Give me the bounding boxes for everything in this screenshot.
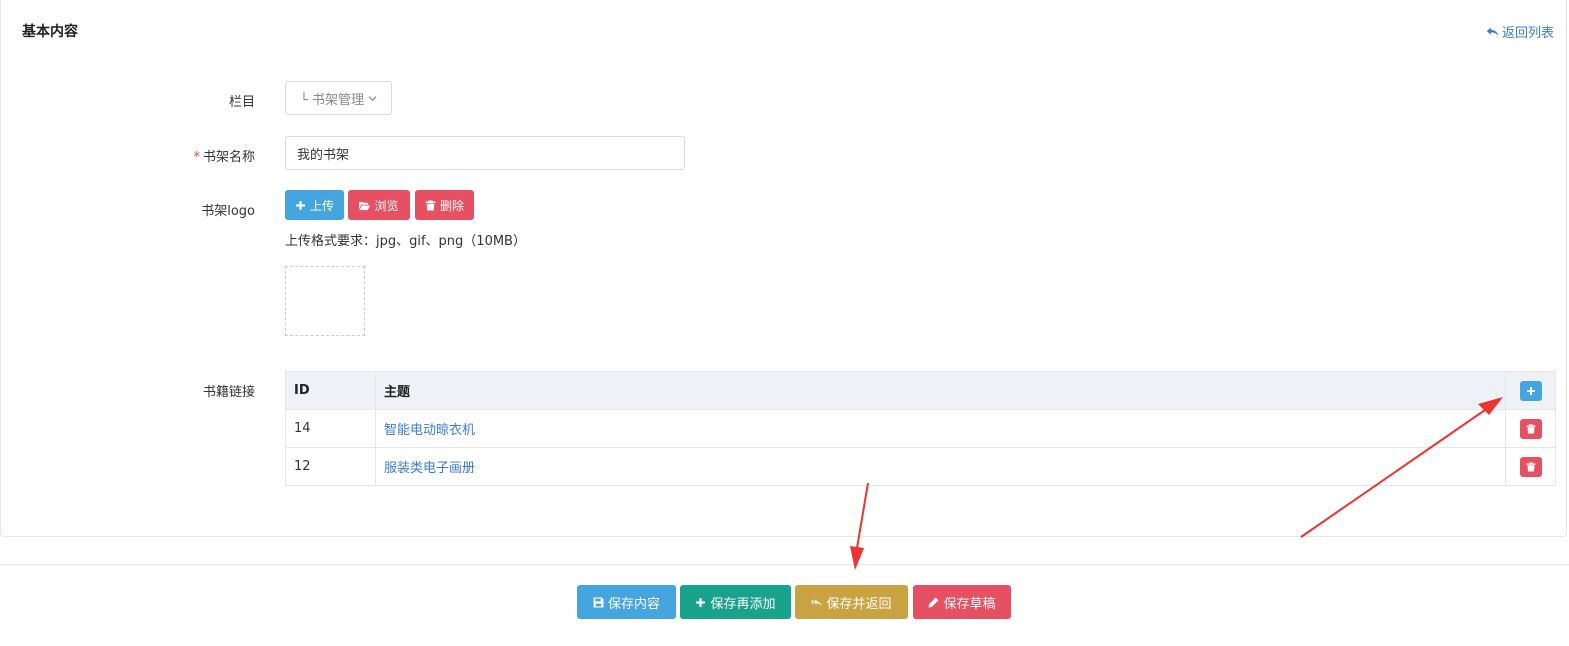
- table-row: 12 服装类电子画册: [285, 447, 1556, 486]
- basic-content-panel: 基本内容 返回列表 栏目 └ 书架管理 *书架名称 书架logo 上传 浏览 删…: [0, 0, 1567, 537]
- shelf-name-label: * 书架名称: [1, 146, 255, 165]
- plus-icon: [296, 200, 305, 210]
- logo-preview-placeholder: [285, 266, 365, 336]
- save-draft-label: 保存草稿: [943, 596, 996, 612]
- save-content-label: 保存内容: [607, 596, 660, 612]
- shelf-name-input[interactable]: [285, 136, 685, 170]
- category-label: 栏目: [228, 95, 255, 110]
- footer-divider: [0, 564, 1569, 565]
- back-to-list-link[interactable]: 返回列表: [1486, 22, 1554, 41]
- save-and-return-button[interactable]: 保存并返回: [795, 585, 908, 619]
- folder-open-icon: [359, 201, 371, 210]
- row-topic-link[interactable]: 智能电动晾衣机: [384, 423, 475, 438]
- add-link-button[interactable]: [1519, 380, 1542, 401]
- panel-title: 基本内容: [22, 24, 78, 40]
- row-id: 14: [285, 409, 376, 448]
- shelf-name-label-text: 书架名称: [202, 150, 255, 165]
- save-draft-button[interactable]: 保存草稿: [913, 585, 1011, 619]
- upload-format-hint: 上传格式要求：jpg、gif、png（10MB）: [285, 234, 526, 249]
- row-actions: [1505, 447, 1556, 486]
- save-and-add-label: 保存再添加: [710, 596, 776, 612]
- table-row: 14 智能电动晾衣机: [285, 409, 1556, 448]
- column-header-topic: 主题: [375, 371, 1506, 410]
- row-id: 12: [285, 447, 376, 486]
- category-select-value: └ 书架管理: [300, 92, 364, 108]
- column-header-actions: [1505, 371, 1556, 410]
- delete-row-button[interactable]: [1519, 418, 1542, 439]
- pencil-icon: [929, 597, 939, 607]
- row-actions: [1505, 409, 1556, 448]
- row-topic: 服装类电子画册: [375, 447, 1506, 486]
- column-header-id: ID: [285, 371, 376, 410]
- plus-icon: [1526, 386, 1535, 395]
- reply-all-icon: [811, 598, 823, 606]
- upload-button-label: 上传: [309, 198, 334, 213]
- delete-logo-button[interactable]: 删除: [415, 190, 474, 220]
- browse-button-label: 浏览: [374, 198, 399, 213]
- required-mark: *: [193, 150, 200, 165]
- row-topic: 智能电动晾衣机: [375, 409, 1506, 448]
- shelf-logo-label: 书架logo: [201, 204, 255, 219]
- save-content-button[interactable]: 保存内容: [577, 585, 676, 619]
- browse-button[interactable]: 浏览: [348, 190, 410, 220]
- upload-button[interactable]: 上传: [285, 190, 344, 220]
- trash-icon: [1526, 424, 1535, 433]
- reply-icon: [1486, 27, 1499, 36]
- chevron-down-icon: [368, 95, 377, 101]
- table-header-row: ID 主题: [285, 371, 1556, 410]
- trash-icon: [425, 200, 436, 210]
- plus-icon: [696, 597, 706, 607]
- category-select[interactable]: └ 书架管理: [285, 81, 392, 115]
- delete-logo-button-label: 删除: [439, 198, 464, 213]
- delete-row-button[interactable]: [1519, 456, 1542, 477]
- floppy-disk-icon: [593, 597, 604, 607]
- book-links-label: 书籍链接: [202, 385, 255, 400]
- back-to-list-label: 返回列表: [1501, 26, 1554, 41]
- trash-icon: [1526, 462, 1535, 471]
- row-topic-link[interactable]: 服装类电子画册: [384, 461, 475, 476]
- save-and-add-button[interactable]: 保存再添加: [680, 585, 791, 619]
- book-links-table: ID 主题 14 智能电动晾衣机 12 服装类电子画册: [285, 371, 1556, 486]
- save-and-return-label: 保存并返回: [826, 596, 892, 612]
